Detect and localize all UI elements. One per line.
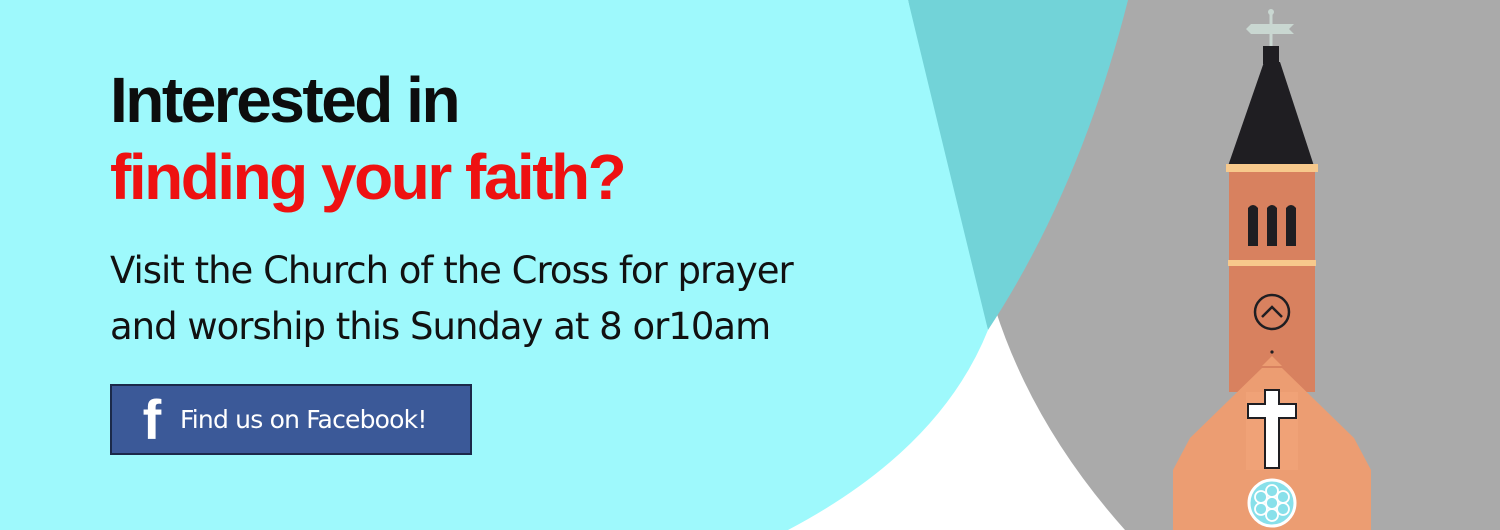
spire-tip [1263, 46, 1279, 64]
subheadline-line-2: and worship this Sunday at 8 or10am [110, 305, 771, 348]
belfry-windows [1248, 205, 1296, 246]
headline-line-2: finding your faith? [110, 141, 627, 213]
roof-trim [1226, 164, 1318, 172]
facebook-f-icon: f [142, 387, 162, 451]
headline-line-1: Interested in [110, 64, 461, 136]
subheadline-line-1: Visit the Church of the Cross for prayer [110, 249, 794, 292]
tower-band [1228, 260, 1316, 266]
church-banner: Interested in finding your faith? Visit … [0, 0, 1500, 530]
tower-dot [1270, 350, 1274, 354]
find-us-on-facebook-button[interactable]: f Find us on Facebook! [110, 384, 472, 455]
facebook-button-label: Find us on Facebook! [180, 405, 427, 434]
rose-window-icon [1247, 478, 1297, 528]
